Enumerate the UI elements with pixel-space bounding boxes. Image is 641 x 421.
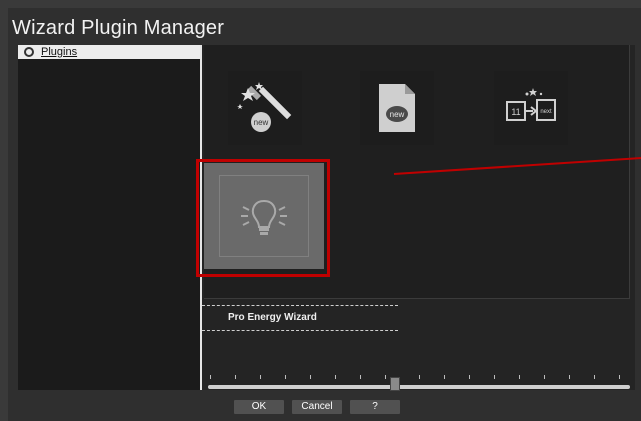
slider-tick (619, 375, 620, 379)
slider-tick (210, 375, 211, 379)
magic-wand-new-icon: new (237, 82, 292, 132)
zoom-slider[interactable] (202, 363, 635, 391)
slider-tick (519, 375, 520, 379)
plugin-manager-window: Wizard Plugin Manager Plugins new new 11… (8, 8, 641, 421)
plugin-tile-3[interactable]: 11 next (494, 71, 568, 145)
slider-tick (360, 375, 361, 379)
plugin-tile-1[interactable]: new (228, 71, 302, 145)
sidebar-item-plugins[interactable]: Plugins (18, 45, 200, 59)
sidebar-item-label: Plugins (41, 46, 78, 58)
slider-track[interactable] (208, 385, 630, 389)
plugin-tile-2[interactable]: new (360, 71, 434, 145)
cancel-button[interactable]: Cancel (292, 400, 342, 414)
slider-tick (385, 375, 386, 379)
plugin-panel: new new 11 next Pro Energy Wizard (196, 45, 641, 391)
radio-icon (24, 47, 34, 57)
slider-thumb[interactable] (389, 377, 400, 391)
svg-text:11: 11 (511, 107, 520, 117)
help-button[interactable]: ? (350, 400, 400, 414)
slider-tick (285, 375, 286, 379)
selection-highlight (196, 159, 330, 277)
slider-tick (469, 375, 470, 379)
slider-tick (444, 375, 445, 379)
slider-tick (310, 375, 311, 379)
transfer-next-icon: 11 next (506, 88, 556, 121)
slider-tick (594, 375, 595, 379)
svg-text:new: new (390, 110, 405, 119)
plugin-details: Pro Energy Wizard (202, 305, 398, 331)
slider-tick (419, 375, 420, 379)
slider-tick (569, 375, 570, 379)
slider-tick (544, 375, 545, 379)
sidebar: Plugins (18, 45, 200, 390)
plugin-name: Pro Energy Wizard (228, 312, 317, 323)
dialog-buttons: OK Cancel ? (234, 400, 400, 414)
svg-text:new: new (254, 118, 269, 127)
window-title: Wizard Plugin Manager (12, 17, 225, 39)
slider-tick (335, 375, 336, 379)
svg-text:next: next (540, 109, 552, 115)
slider-tick (260, 375, 261, 379)
slider-tick (235, 375, 236, 379)
slider-tick (494, 375, 495, 379)
new-document-icon: new (379, 84, 415, 132)
ok-button[interactable]: OK (234, 400, 284, 414)
